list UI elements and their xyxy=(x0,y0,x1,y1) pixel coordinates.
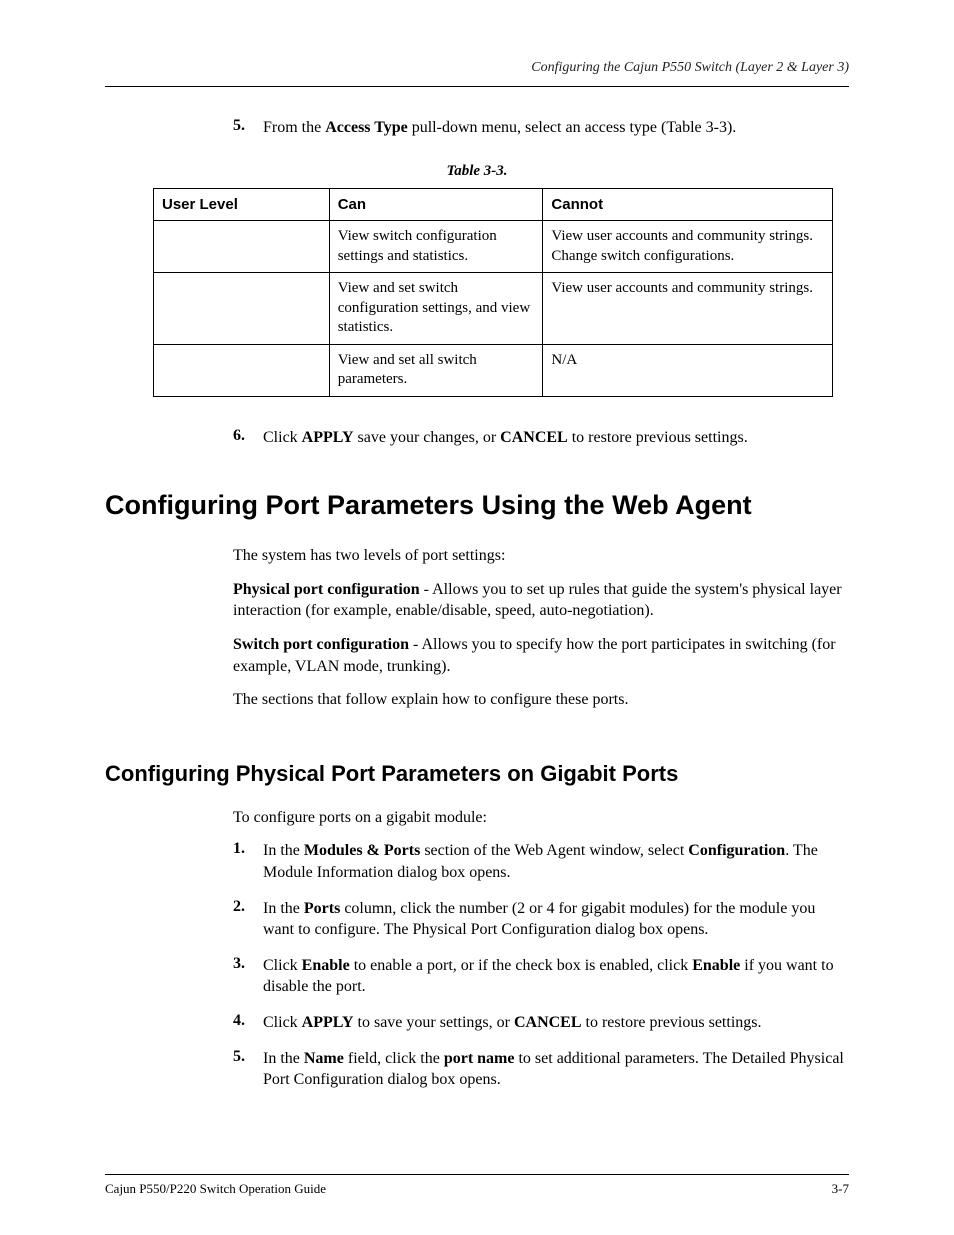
s3b1: Enable xyxy=(302,957,350,974)
bullet-physical-port: Physical port configuration - Allows you… xyxy=(233,579,849,622)
footer-right: 3-7 xyxy=(832,1181,849,1197)
step-2-text: In the Ports column, click the number (2… xyxy=(263,898,849,941)
th-can: Can xyxy=(329,188,543,221)
step-5-text: From the Access Type pull-down menu, sel… xyxy=(263,117,849,139)
s1b1: Modules & Ports xyxy=(304,842,420,859)
s1a: In the xyxy=(263,842,304,859)
step-3-text: Click Enable to enable a port, or if the… xyxy=(263,955,849,998)
s1c: section of the Web Agent window, select xyxy=(420,842,688,859)
cell-cannot: View user accounts and community strings… xyxy=(543,273,833,345)
s4d: to restore previous settings. xyxy=(582,1014,762,1031)
table-row: View switch configuration settings and s… xyxy=(154,221,833,273)
step-5b-text: In the Name field, click the port name t… xyxy=(263,1048,849,1091)
gigabit-intro: To configure ports on a gigabit module: xyxy=(233,807,849,829)
cell-level xyxy=(154,273,330,345)
s3a: Click xyxy=(263,957,302,974)
s6p2: save your changes, or xyxy=(354,429,501,446)
step-4-text: Click APPLY to save your settings, or CA… xyxy=(263,1012,849,1034)
s4a: Click xyxy=(263,1014,302,1031)
cell-can: View switch configuration settings and s… xyxy=(329,221,543,273)
cell-level xyxy=(154,344,330,396)
s5b2: port name xyxy=(444,1050,515,1067)
s2a: In the xyxy=(263,900,304,917)
heading-gigabit-ports: Configuring Physical Port Parameters on … xyxy=(105,761,849,787)
s2c: column, click the number (2 or 4 for gig… xyxy=(263,900,815,939)
s5b1: Name xyxy=(304,1050,344,1067)
step-3-number: 3. xyxy=(233,955,263,998)
th-user-level: User Level xyxy=(154,188,330,221)
running-header: Configuring the Cajun P550 Switch (Layer… xyxy=(105,60,849,87)
step-6-number: 6. xyxy=(233,427,263,449)
bullet-switch-port: Switch port configuration - Allows you t… xyxy=(233,634,849,677)
intro-text: The system has two levels of port settin… xyxy=(233,545,849,567)
step-6-text: Click APPLY save your changes, or CANCEL… xyxy=(263,427,849,449)
s5a: In the xyxy=(263,1050,304,1067)
s6p3: to restore previous settings. xyxy=(568,429,748,446)
s2b1: Ports xyxy=(304,900,340,917)
cell-can: View and set switch configuration settin… xyxy=(329,273,543,345)
s4b1: APPLY xyxy=(302,1014,354,1031)
s3b2: Enable xyxy=(692,957,740,974)
bullet1-bold: Physical port configuration xyxy=(233,581,420,598)
step-1-number: 1. xyxy=(233,840,263,883)
table-row: View and set all switch parameters. N/A xyxy=(154,344,833,396)
s6b2: CANCEL xyxy=(500,429,568,446)
step-1-text: In the Modules & Ports section of the We… xyxy=(263,840,849,883)
table-row: View and set switch configuration settin… xyxy=(154,273,833,345)
cell-level xyxy=(154,221,330,273)
step-4-number: 4. xyxy=(233,1012,263,1034)
s4b2: CANCEL xyxy=(514,1014,582,1031)
th-cannot: Cannot xyxy=(543,188,833,221)
step5-post: pull-down menu, select an access type (T… xyxy=(408,119,737,136)
s6b1: APPLY xyxy=(302,429,354,446)
step5-bold: Access Type xyxy=(325,119,408,136)
s6p1: Click xyxy=(263,429,302,446)
s1b2: Configuration xyxy=(688,842,785,859)
cell-cannot: N/A xyxy=(543,344,833,396)
access-type-table: User Level Can Cannot View switch config… xyxy=(153,188,833,397)
table-caption: Table 3-3. xyxy=(105,163,849,180)
step5-pre: From the xyxy=(263,119,325,136)
footer-left: Cajun P550/P220 Switch Operation Guide xyxy=(105,1181,326,1197)
s3c: to enable a port, or if the check box is… xyxy=(350,957,693,974)
followup-text: The sections that follow explain how to … xyxy=(233,689,849,711)
step-2-number: 2. xyxy=(233,898,263,941)
cell-can: View and set all switch parameters. xyxy=(329,344,543,396)
s4c: to save your settings, or xyxy=(354,1014,514,1031)
page-footer: Cajun P550/P220 Switch Operation Guide 3… xyxy=(105,1174,849,1197)
step-5b-number: 5. xyxy=(233,1048,263,1091)
step-5-number: 5. xyxy=(233,117,263,139)
s5c: field, click the xyxy=(344,1050,444,1067)
heading-configuring-port-parameters: Configuring Port Parameters Using the We… xyxy=(105,490,849,521)
bullet2-bold: Switch port configuration xyxy=(233,636,409,653)
cell-cannot: View user accounts and community strings… xyxy=(543,221,833,273)
